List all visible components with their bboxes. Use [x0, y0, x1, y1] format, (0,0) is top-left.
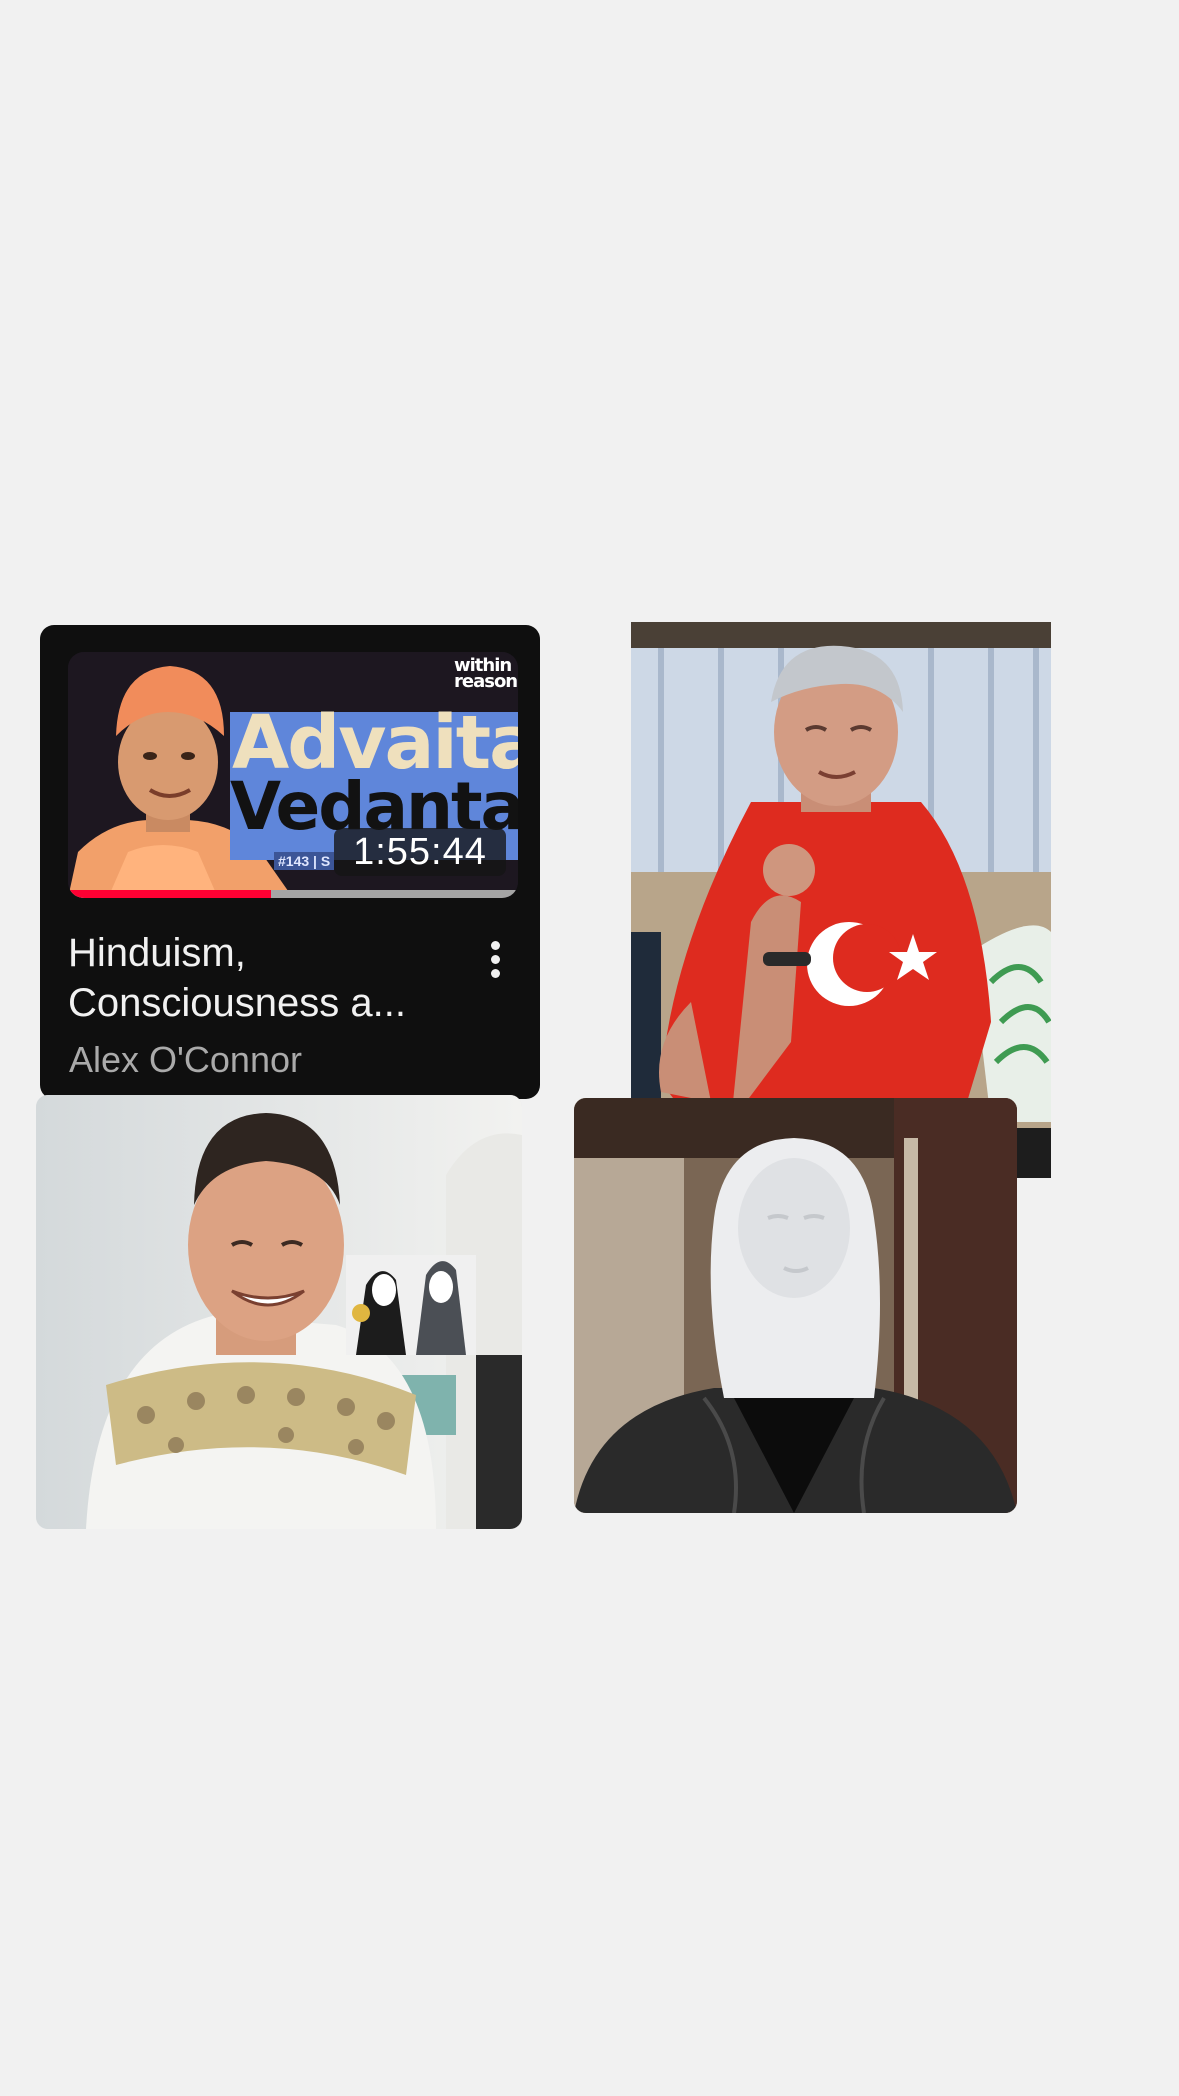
video-card[interactable]: Advaita Vedanta within reason #143 | S 1… — [40, 625, 540, 1099]
channel-logo: within reason — [454, 657, 518, 692]
channel-name[interactable]: Alex O'Connor — [69, 1039, 302, 1081]
logo-line-2: reason — [454, 671, 518, 692]
photo-man-red-shirt-with-flag — [631, 622, 1051, 1178]
watch-progress-fill — [68, 890, 271, 898]
more-options-button[interactable] — [480, 937, 512, 983]
photo-smiling-man-banknote-necklace — [36, 1095, 522, 1529]
video-thumbnail[interactable]: Advaita Vedanta within reason #143 | S 1… — [68, 652, 518, 898]
photo-tile-red-shirt[interactable] — [631, 622, 1051, 1178]
duration-badge: 1:55:44 — [334, 828, 506, 876]
episode-tag: #143 | S — [274, 852, 335, 870]
video-title[interactable]: Hinduism, Consciousness a... — [68, 928, 458, 1028]
photo-tile-masked-figure[interactable] — [574, 1098, 1017, 1513]
photo-tile-smiling-man[interactable] — [36, 1095, 522, 1529]
photo-masked-figure-white-balaclava — [574, 1098, 1017, 1513]
